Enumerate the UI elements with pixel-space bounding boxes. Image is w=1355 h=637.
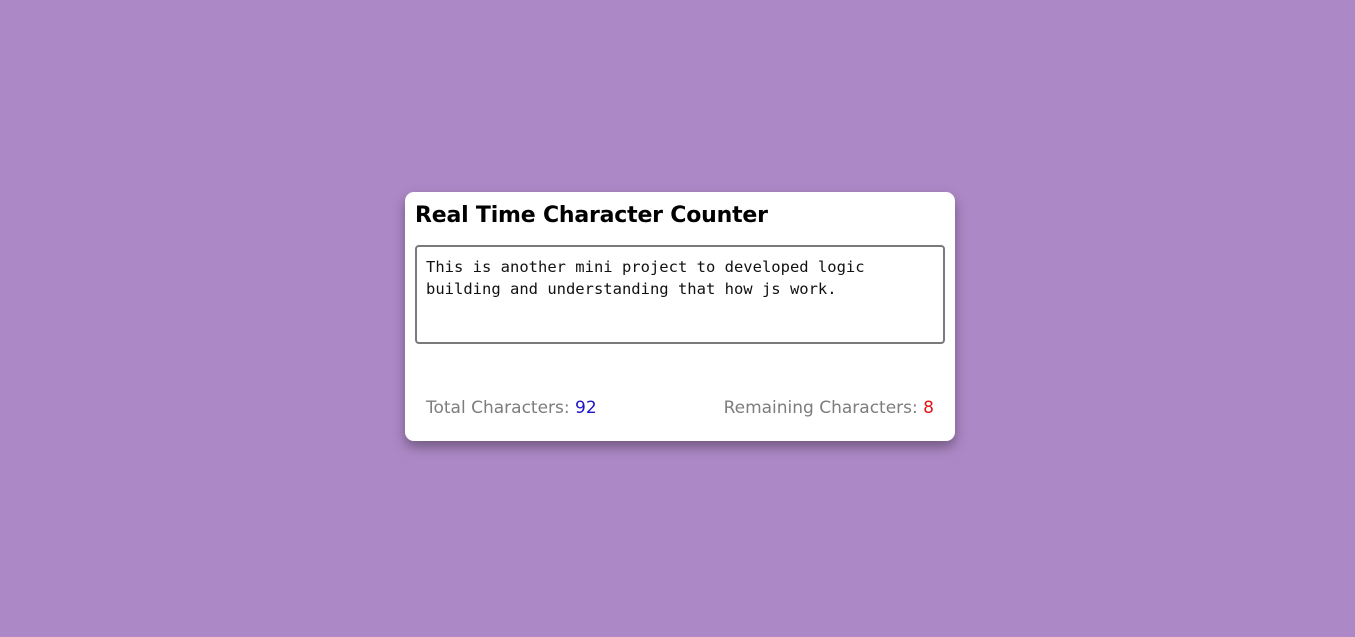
page-title: Real Time Character Counter: [415, 203, 768, 228]
total-characters-stat: Total Characters: 92: [426, 398, 597, 418]
total-characters-value: 92: [575, 398, 597, 418]
text-input-area[interactable]: This is another mini project to develope…: [415, 245, 945, 344]
total-characters-label: Total Characters:: [426, 398, 570, 418]
character-counter-card: Real Time Character Counter This is anot…: [405, 192, 955, 441]
remaining-characters-stat: Remaining Characters: 8: [724, 398, 934, 418]
remaining-characters-label: Remaining Characters:: [723, 398, 918, 418]
stats-row: Total Characters: 92 Remaining Character…: [426, 398, 934, 418]
remaining-characters-value: 8: [923, 398, 934, 418]
